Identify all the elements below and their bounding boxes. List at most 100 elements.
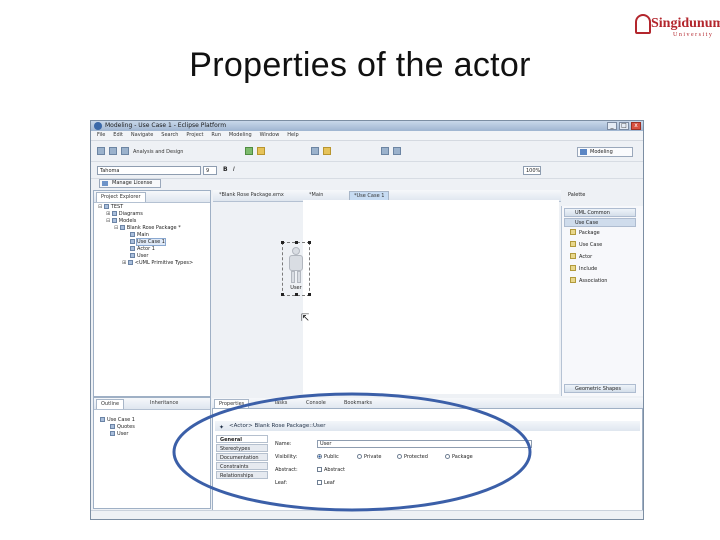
palette-item-package[interactable]: Package <box>570 229 600 237</box>
tab-blank-rose-package[interactable]: *Blank Rose Package.emx <box>215 191 288 200</box>
tree-item-label: Blank Rose Package * <box>126 225 181 231</box>
tree-item-label: Actor 1 <box>137 246 155 252</box>
logo-name: Singidunum <box>651 16 720 31</box>
palette-drawer-uml-common[interactable]: UML Common <box>564 208 636 217</box>
mouse-pointer-icon: ⇱ <box>301 313 310 324</box>
palette-item-use-case[interactable]: Use Case <box>570 241 602 249</box>
slide-title: Properties of the actor <box>189 46 531 84</box>
package-icon <box>570 229 576 235</box>
highlight-ellipse-shape <box>172 392 532 512</box>
manage-license-button[interactable]: Manage License <box>99 179 161 188</box>
expander-icon[interactable]: ⊞ <box>106 211 110 217</box>
menu-window[interactable]: Window <box>260 131 280 140</box>
menu-modeling[interactable]: Modeling <box>229 131 252 140</box>
project-explorer-tabbar: Project Explorer <box>94 191 210 203</box>
expander-icon[interactable]: ⊟ <box>98 204 102 210</box>
analysis-design-label[interactable]: Analysis and Design <box>133 149 183 155</box>
outline-item-use-case-1[interactable]: Use Case 1 <box>100 417 135 424</box>
zoom-field[interactable]: 100% <box>523 166 541 175</box>
university-logo: Singidunum University <box>633 10 720 40</box>
menu-navigate[interactable]: Navigate <box>131 131 153 140</box>
actor-body <box>289 255 303 271</box>
eclipse-icon <box>94 122 102 130</box>
actor-icon <box>110 431 115 436</box>
debug-icon[interactable] <box>311 147 319 155</box>
diagram-canvas[interactable]: User <box>281 200 559 394</box>
minimize-button[interactable]: _ <box>607 122 617 130</box>
menu-edit[interactable]: Edit <box>113 131 123 140</box>
expander-icon[interactable]: ⊟ <box>106 218 110 224</box>
logo-emblem-icon <box>635 14 651 34</box>
tree-item-actor-1[interactable]: Actor 1 <box>130 246 155 253</box>
tree-item-main[interactable]: Main <box>130 232 149 239</box>
expander-icon[interactable]: ⊞ <box>122 260 126 266</box>
print-icon[interactable] <box>121 147 129 155</box>
diagram-icon <box>100 417 105 422</box>
selection-handle[interactable] <box>295 293 298 296</box>
menu-run[interactable]: Run <box>211 131 221 140</box>
folder-icon[interactable] <box>323 147 331 155</box>
selection-handle[interactable] <box>308 241 311 244</box>
save-icon[interactable] <box>109 147 117 155</box>
tree-item-models[interactable]: ⊟ Models <box>106 218 136 225</box>
palette-item-label: Association <box>579 278 608 284</box>
diagram-icon <box>130 239 135 244</box>
outline-item-quotes[interactable]: Quotes <box>110 424 135 431</box>
navigate-back-icon[interactable] <box>381 147 389 155</box>
palette-drawer-use-case[interactable]: Use Case <box>564 218 636 227</box>
palette-item-association[interactable]: Association <box>570 277 607 285</box>
palette-item-actor[interactable]: Actor <box>570 253 592 261</box>
italic-button[interactable]: I <box>233 166 235 173</box>
tree-item-label: TEST <box>110 204 124 210</box>
menu-project[interactable]: Project <box>186 131 203 140</box>
project-explorer-pane: Project Explorer ⊟ TEST ⊞ Diagrams ⊟ Mod… <box>93 190 211 397</box>
selection-handle[interactable] <box>281 293 284 296</box>
search-icon[interactable] <box>257 147 265 155</box>
tree-item-label: <UML Primitive Types> <box>134 260 194 266</box>
selection-handle[interactable] <box>308 293 311 296</box>
actor-shape[interactable]: User <box>281 241 311 296</box>
tree-item-uml-primitive-types[interactable]: ⊞ <UML Primitive Types> <box>122 260 193 267</box>
font-size-select[interactable]: 9 <box>203 166 217 175</box>
tab-outline[interactable]: Outline <box>96 399 125 409</box>
tab-project-explorer[interactable]: Project Explorer <box>96 192 146 202</box>
new-icon[interactable] <box>97 147 105 155</box>
selection-handle[interactable] <box>281 241 284 244</box>
actor-name[interactable]: User <box>283 285 309 291</box>
close-button[interactable]: x <box>631 122 641 130</box>
expander-icon[interactable]: ⊟ <box>114 225 118 231</box>
menu-file[interactable]: File <box>97 131 105 140</box>
palette-drawer-geometric-shapes[interactable]: Geometric Shapes <box>564 384 636 393</box>
menu-search[interactable]: Search <box>161 131 178 140</box>
tree-item-user[interactable]: User <box>130 253 148 260</box>
tree-item-use-case-1[interactable]: Use Case 1 <box>130 238 166 246</box>
selection-handle[interactable] <box>295 241 298 244</box>
bold-button[interactable]: B <box>223 166 228 173</box>
font-family-select[interactable]: Tahoma <box>97 166 201 175</box>
tree-item-diagrams[interactable]: ⊞ Diagrams <box>106 211 143 218</box>
maximize-button[interactable]: □ <box>619 122 629 130</box>
perspective-button-label: Modeling <box>590 149 613 155</box>
palette-item-label: Include <box>579 266 598 272</box>
actor-leg-left <box>291 271 295 283</box>
format-toolbar: Tahoma 9 B I 100% <box>91 162 643 179</box>
run-icon[interactable] <box>245 147 253 155</box>
modeling-perspective-button[interactable]: Modeling <box>577 147 633 157</box>
folder-icon <box>111 211 117 216</box>
tree-item-blank-rose-package[interactable]: ⊟ Blank Rose Package * <box>114 225 181 232</box>
tree-item-test[interactable]: ⊟ TEST <box>98 204 123 211</box>
palette-item-include[interactable]: Include <box>570 265 597 273</box>
window-title: Modeling - Use Case 1 - Eclipse Platform <box>105 122 227 129</box>
tab-main[interactable]: *Main <box>305 191 327 200</box>
outline-item-label: Quotes <box>117 424 135 430</box>
library-icon <box>127 260 133 265</box>
manage-license-label: Manage License <box>112 180 153 186</box>
tree-item-label: Use Case 1 <box>136 238 166 246</box>
outline-item-user[interactable]: User <box>110 431 128 438</box>
menu-help[interactable]: Help <box>287 131 298 140</box>
palette-title: Palette <box>568 192 586 198</box>
navigate-forward-icon[interactable] <box>393 147 401 155</box>
menu-bar: File Edit Navigate Search Project Run Mo… <box>91 131 643 141</box>
license-icon <box>102 181 108 186</box>
outline-item-label: Use Case 1 <box>107 417 135 423</box>
